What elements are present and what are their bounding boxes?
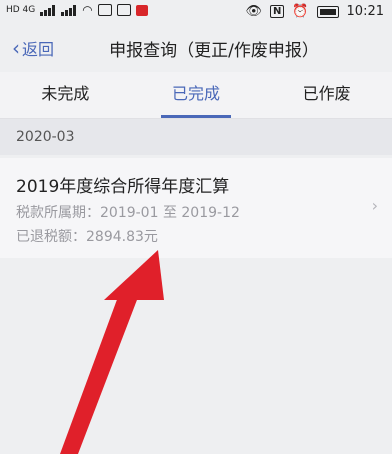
status-bar: HD 4G ◠ 👁 N ⏰ 10:21 (0, 0, 392, 24)
video-app-icon (135, 4, 148, 16)
record-item[interactable]: 2019年度综合所得年度汇算 税款所属期：2019-01 至 2019-12 已… (0, 158, 392, 258)
page-title: 申报查询（更正/作废申报） (109, 41, 319, 61)
arrow-shaft (60, 286, 140, 454)
tab-completed[interactable]: 已完成 (131, 72, 262, 118)
status-right: 👁 N ⏰ 10:21 (245, 4, 384, 19)
battery-icon (316, 5, 339, 18)
eye-icon: 👁 (245, 4, 262, 19)
tab-bar: 未完成 已完成 已作废 (0, 72, 392, 119)
network-label: HD 4G (6, 5, 36, 15)
record-refund: 已退税额：2894.83元 (16, 229, 158, 245)
wifi-icon: ◠ (82, 3, 93, 17)
signal-2-icon (61, 4, 77, 16)
nav-bar: ‹ 返回 申报查询（更正/作废申报） (0, 24, 392, 70)
alarm-icon: ⏰ (292, 4, 309, 19)
tab-voided[interactable]: 已作废 (261, 72, 392, 118)
chevron-right-icon: › (371, 196, 378, 215)
nfc-icon: N (269, 5, 285, 18)
camera-icon (97, 4, 112, 16)
section-header: 2020-03 (0, 119, 392, 155)
image-icon (116, 4, 131, 16)
record-title: 2019年度综合所得年度汇算 (16, 177, 230, 197)
clock: 10:21 (346, 4, 384, 19)
status-left: HD 4G ◠ (6, 3, 148, 17)
record-period: 税款所属期：2019-01 至 2019-12 (16, 205, 240, 221)
tab-incomplete[interactable]: 未完成 (0, 72, 131, 118)
signal-icon (40, 4, 56, 16)
